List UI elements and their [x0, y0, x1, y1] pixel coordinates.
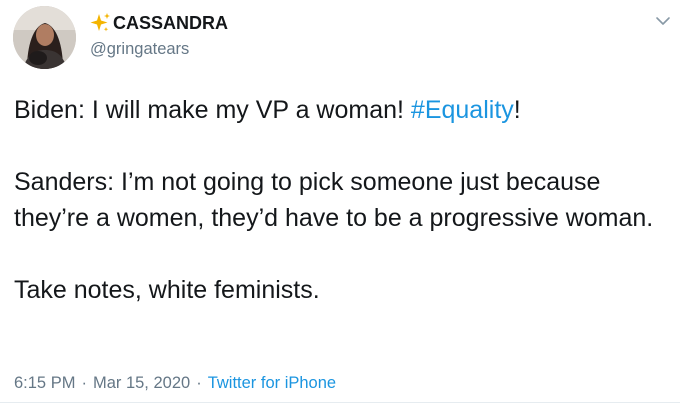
user-handle[interactable]: @gringatears: [90, 40, 189, 59]
divider: [0, 402, 680, 403]
tweet-text-segment: Biden: I will make my VP a woman!: [14, 96, 411, 124]
meta-separator: ·: [196, 374, 202, 392]
author-name-row[interactable]: CASSANDRA: [89, 12, 228, 34]
tweet-text-segment: !: [513, 96, 521, 124]
tweet-time[interactable]: 6:15 PM: [14, 374, 75, 393]
tweet-card: CASSANDRA @gringatears Biden: I will mak…: [0, 0, 680, 405]
source-link[interactable]: Twitter for iPhone: [208, 374, 336, 393]
hashtag-link[interactable]: #Equality: [411, 96, 514, 124]
display-name: CASSANDRA: [113, 12, 229, 33]
avatar[interactable]: [13, 6, 76, 69]
chevron-down-icon[interactable]: [654, 12, 672, 30]
tweet-date[interactable]: Mar 15, 2020: [93, 374, 190, 393]
tweet-meta: 6:15 PM · Mar 15, 2020 · Twitter for iPh…: [14, 374, 336, 393]
tweet-text: Biden: I will make my VP a woman! #Equal…: [14, 92, 674, 308]
tweet-line-1: Biden: I will make my VP a woman! #Equal…: [14, 92, 674, 128]
sparkles-icon: [90, 13, 110, 32]
meta-separator: ·: [81, 374, 87, 392]
tweet-paragraph-3: Take notes, white feminists.: [14, 276, 320, 304]
tweet-paragraph-2: Sanders: I’m not going to pick someone j…: [14, 168, 654, 232]
